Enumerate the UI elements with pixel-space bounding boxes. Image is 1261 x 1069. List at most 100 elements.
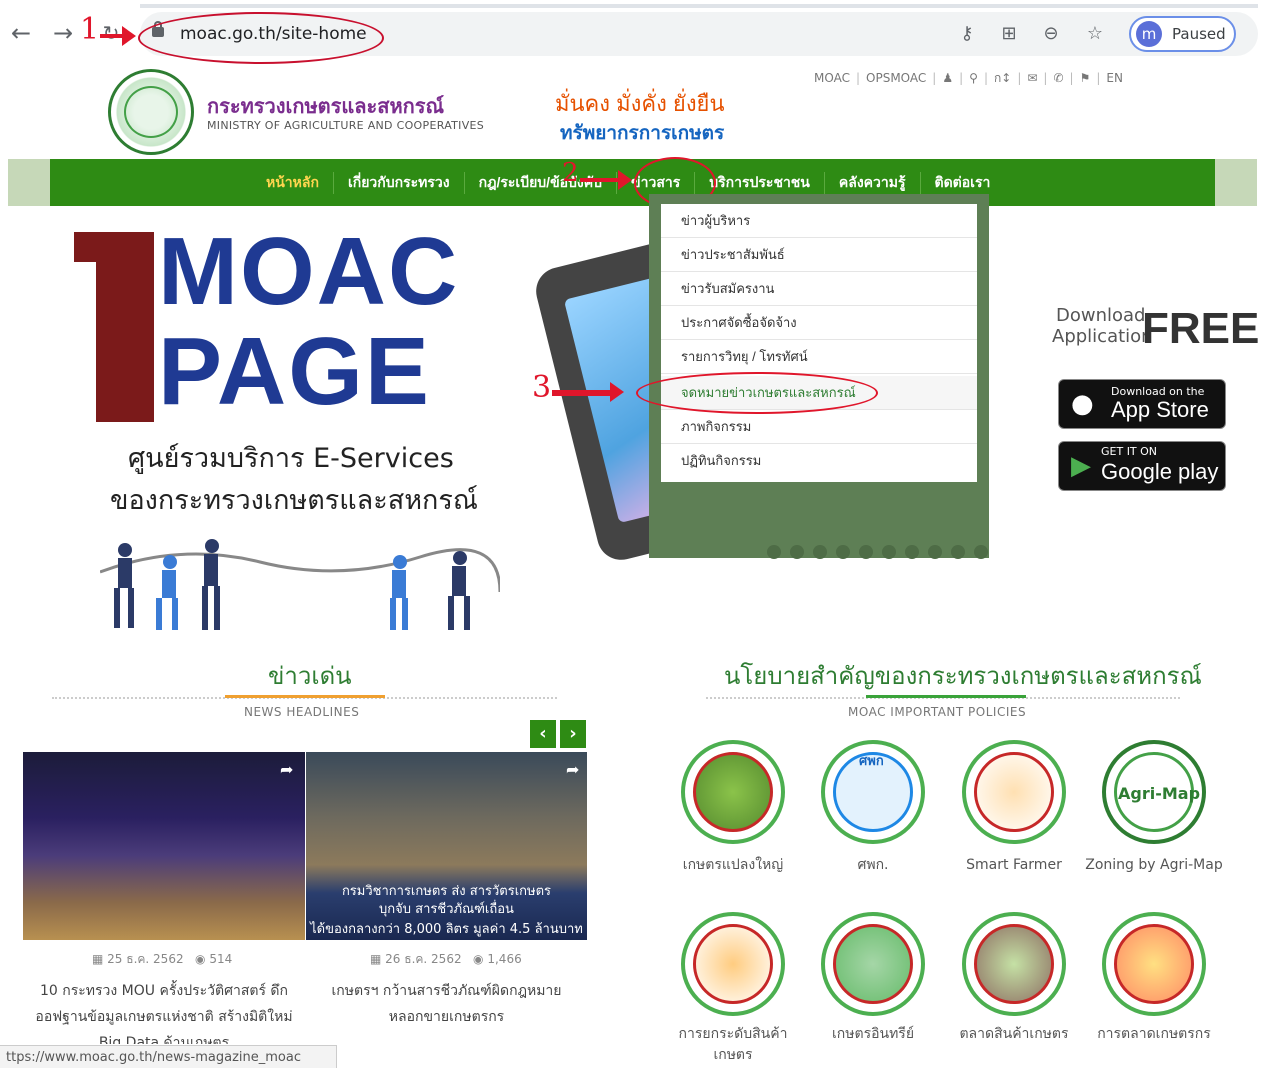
- annotation-arrow-3: [552, 382, 624, 402]
- annotation-arrow-2: [580, 170, 632, 190]
- back-icon[interactable]: ←: [6, 18, 36, 48]
- banner-number: [74, 232, 154, 422]
- banner-people-illustration: [100, 539, 500, 630]
- news-meta-1: ▦ 25 ธ.ค. 2562 ◉ 514: [92, 950, 232, 969]
- annotation-circle-url: [138, 12, 384, 64]
- policy-label[interactable]: การยกระดับสินค้าเกษตร: [663, 1024, 803, 1066]
- avatar[interactable]: m: [1136, 21, 1162, 47]
- utility-links: MOAC | OPSMOAC | ♟ | ⚲ | ก↕ | ✉ | ✆ | ⚑ | EN: [808, 70, 1129, 86]
- menu-pr-news[interactable]: ข่าวประชาสัมพันธ์: [661, 238, 977, 272]
- translate-icon[interactable]: ⊞: [996, 23, 1022, 45]
- calendar-icon: ▦: [370, 952, 382, 966]
- zoom-icon[interactable]: ⊖: [1038, 23, 1064, 45]
- share-icon[interactable]: ➦: [566, 760, 579, 779]
- banner-word-page: PAGE: [158, 318, 431, 425]
- nav-regulations[interactable]: กฎ/ระเบียบ/ข้อบังคับ: [465, 171, 618, 194]
- step-marker-2: 2: [562, 158, 579, 188]
- annotation-circle-newsletter: [636, 372, 878, 414]
- policies-title-underline: [866, 695, 1026, 698]
- policies-section-title: นโยบายสำคัญของกระทรวงเกษตรและสหกรณ์: [724, 663, 1202, 690]
- language-en[interactable]: EN: [1100, 71, 1129, 85]
- news-date: 26 ธ.ค. 2562: [385, 952, 462, 966]
- step-marker-3: 3: [532, 370, 552, 405]
- nav-left-cap: [8, 159, 50, 206]
- forward-icon[interactable]: →: [48, 18, 78, 48]
- star-icon[interactable]: ☆: [1082, 23, 1108, 45]
- key-icon[interactable]: ⚷: [954, 23, 980, 45]
- menu-activity-photos[interactable]: ภาพกิจกรรม: [661, 410, 977, 444]
- menu-activity-calendar[interactable]: ปฏิทินกิจกรรม: [661, 444, 977, 478]
- policy-label[interactable]: ศพก.: [803, 855, 943, 876]
- news-title-2[interactable]: เกษตรฯ กว้านสารชีวภัณฑ์ผิดกฎหมาย หลอกขาย…: [306, 978, 587, 1030]
- banner-tagline2: ของกระทรวงเกษตรและสหกรณ์: [110, 485, 478, 516]
- location-icon[interactable]: ⚑: [1074, 71, 1097, 85]
- policy-large-plot[interactable]: [681, 740, 785, 844]
- news-section-title: ข่าวเด่น: [268, 663, 352, 690]
- menu-radio-tv[interactable]: รายการวิทยุ / โทรทัศน์: [661, 340, 977, 374]
- policy-label[interactable]: เกษตรแปลงใหญ่: [663, 855, 803, 876]
- nav-about[interactable]: เกี่ยวกับกระทรวง: [334, 171, 465, 194]
- sitemap-icon[interactable]: ♟: [936, 71, 959, 85]
- news-prev-button[interactable]: ‹: [530, 720, 556, 748]
- tab-strip-edge: [140, 4, 1258, 8]
- nav-knowledge[interactable]: คลังความรู้: [825, 171, 921, 194]
- eye-icon: ◉: [473, 952, 484, 966]
- googleplay-button[interactable]: ▶ GET IT ON Google play: [1058, 441, 1226, 491]
- policy-farmer-market[interactable]: [1102, 912, 1206, 1016]
- menu-procurement[interactable]: ประกาศจัดซื้อจัดจ้าง: [661, 306, 977, 340]
- link-moac[interactable]: MOAC: [808, 71, 856, 85]
- eye-icon: ◉: [195, 952, 206, 966]
- share-icon[interactable]: ➦: [280, 760, 293, 779]
- slogan-line1: มั่นคง มั่งคั่ง ยั่งยืน: [555, 91, 725, 116]
- font-size-control[interactable]: ก↕: [988, 69, 1017, 88]
- search-icon[interactable]: ⚲: [963, 71, 984, 85]
- calendar-icon: ▦: [92, 952, 104, 966]
- ministry-name-th[interactable]: กระทรวงเกษตรและสหกรณ์: [207, 90, 444, 122]
- policy-organic[interactable]: [821, 912, 925, 1016]
- policy-label[interactable]: ตลาดสินค้าเกษตร: [944, 1024, 1084, 1045]
- news-section-subtitle: NEWS HEADLINES: [244, 705, 360, 719]
- policy-agri-map[interactable]: Agri-Map: [1102, 740, 1206, 844]
- appstore-button[interactable]: ● Download on the App Store: [1058, 379, 1226, 429]
- news-views: 1,466: [487, 952, 522, 966]
- news-title-underline: [225, 695, 385, 698]
- news-image-2-caption: ได้ของกลางกว่า 8,000 ลิตร มูลค่า 4.5 ล้า…: [310, 922, 583, 937]
- policy-agri-market[interactable]: [962, 912, 1066, 1016]
- news-image-2-caption: บุกจับ สารชีวภัณฑ์เถื่อน: [379, 902, 514, 917]
- nav-home[interactable]: หน้าหลัก: [252, 171, 334, 194]
- banner-word-moac: MOAC: [158, 218, 460, 325]
- mail-icon[interactable]: ✉: [1021, 71, 1043, 85]
- free-label: FREE: [1142, 304, 1260, 353]
- menu-job-news[interactable]: ข่าวรับสมัครงาน: [661, 272, 977, 306]
- carousel-dots[interactable]: [767, 545, 988, 559]
- policy-label[interactable]: การตลาดเกษตรกร: [1084, 1024, 1224, 1045]
- news-image-1[interactable]: [23, 752, 305, 940]
- emblem-inner-ring: [124, 86, 178, 138]
- nav-contact[interactable]: ติดต่อเรา: [921, 172, 1005, 194]
- policy-label[interactable]: เกษตรอินทรีย์: [803, 1024, 943, 1045]
- policy-label[interactable]: Zoning by Agri-Map: [1084, 855, 1224, 876]
- news-views: 514: [209, 952, 233, 966]
- apple-icon: ●: [1071, 389, 1094, 419]
- news-title-1[interactable]: 10 กระทรวง MOU ครั้งประวัติศาสตร์ ดึก ออ…: [23, 978, 305, 1044]
- slogan-line2: ทรัพยากรการเกษตร: [560, 123, 725, 144]
- ministry-name-en[interactable]: MINISTRY OF AGRICULTURE AND COOPERATIVES: [207, 119, 484, 132]
- news-meta-2: ▦ 26 ธ.ค. 2562 ◉ 1,466: [370, 950, 522, 969]
- status-bar-url: ttps://www.moac.go.th/news-magazine_moac: [0, 1045, 337, 1068]
- menu-executive-news[interactable]: ข่าวผู้บริหาร: [661, 204, 977, 238]
- news-next-button[interactable]: ›: [560, 720, 586, 748]
- link-opsmoac[interactable]: OPSMOAC: [860, 71, 932, 85]
- policy-learning-center[interactable]: ศพก: [821, 740, 925, 844]
- policy-product-upgrade[interactable]: [681, 912, 785, 1016]
- policy-smart-farmer[interactable]: [962, 740, 1066, 844]
- profile-status[interactable]: Paused: [1172, 25, 1226, 43]
- banner-tagline1: ศูนย์รวมบริการ E-Services: [128, 443, 454, 474]
- annotation-arrow-1: [100, 26, 136, 46]
- phone-icon[interactable]: ✆: [1047, 71, 1069, 85]
- play-icon: ▶: [1071, 451, 1091, 481]
- policy-label[interactable]: Smart Farmer: [944, 855, 1084, 876]
- news-date: 25 ธ.ค. 2562: [107, 952, 184, 966]
- application-label: Application: [1052, 326, 1153, 347]
- download-label: Download: [1056, 305, 1146, 326]
- policies-section-subtitle: MOAC IMPORTANT POLICIES: [848, 705, 1027, 719]
